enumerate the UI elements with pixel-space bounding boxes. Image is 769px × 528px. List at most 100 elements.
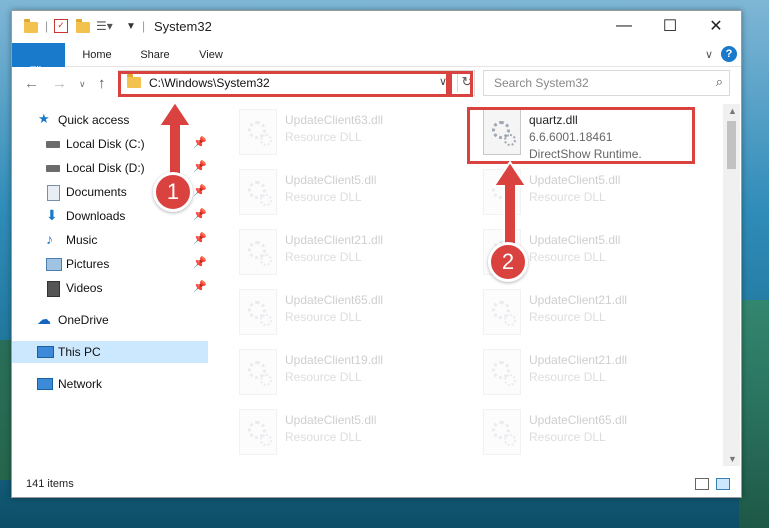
sidebar-item-label: Documents [66,185,127,199]
list-item[interactable]: UpdateClient19.dll Resource DLL [239,349,459,405]
dll-file-icon [483,289,521,335]
file-description: Resource DLL [285,430,362,444]
explorer-window: | ✓ ☰▾ ▼ | System32 — ☐ ✕ File Home Shar… [11,10,742,498]
network-icon [37,378,53,390]
download-icon: ⬇ [46,207,58,223]
list-item[interactable]: UpdateClient21.dll Resource DLL [239,229,459,285]
minimize-button[interactable]: — [601,11,647,41]
sidebar-item-pictures[interactable]: Pictures 📌 [12,253,208,275]
list-item[interactable]: UpdateClient5.dll Resource DLL [239,169,459,225]
file-name: UpdateClient21.dll [285,233,384,247]
sidebar-item-label: Local Disk (D:) [66,161,145,175]
sidebar-item-label: Downloads [66,209,126,223]
list-item[interactable]: UpdateClient5.dll Resource DLL [239,409,459,465]
dll-file-icon [483,349,521,395]
sidebar-item-label: Network [58,377,103,391]
folder-icon [24,18,38,34]
search-input[interactable]: Search System32 ⌕ [483,70,730,96]
pin-icon[interactable]: 📌 [193,208,207,221]
customize-icon[interactable]: ☰▾ [96,18,113,34]
back-icon[interactable]: ← [24,75,39,92]
item-count: 141 items [26,478,74,490]
sidebar-item-label: OneDrive [58,313,109,327]
file-name: UpdateClient5.dll [285,413,377,427]
status-bar: 141 items [12,473,741,497]
computer-icon [37,346,54,358]
music-icon: ♪ [46,231,53,247]
help-icon[interactable]: ? [721,46,737,62]
cloud-icon: ☁ [37,311,51,327]
file-name: UpdateClient65.dll [285,293,384,307]
close-button[interactable]: ✕ [693,11,739,41]
ribbon: File Home Share View ∨ ? [12,43,741,99]
scroll-up-icon[interactable]: ▲ [728,106,737,116]
separator-icon: | [142,19,146,33]
title-bar: | ✓ ☰▾ ▼ | System32 — ☐ ✕ [12,11,741,43]
step-2-badge: 2 [488,242,528,282]
expand-ribbon-icon[interactable]: ∨ [705,48,713,61]
file-name: UpdateClient5.dll [529,173,621,187]
sidebar-item-music[interactable]: ♪ Music 📌 [12,229,208,251]
pin-icon[interactable]: 📌 [193,280,207,293]
list-item[interactable]: UpdateClient63.dll Resource DLL [239,109,459,165]
file-description: Resource DLL [529,370,606,384]
dll-file-icon [239,349,277,395]
properties-icon[interactable]: ✓ [54,18,68,34]
dll-file-icon [239,109,277,155]
sidebar-item-videos[interactable]: Videos 📌 [12,277,208,299]
desktop-background-right [739,300,769,528]
sidebar-item-label: Music [66,233,98,247]
file-description: Resource DLL [529,430,606,444]
tiles-view-icon[interactable] [716,478,730,490]
scrollbar-thumb[interactable] [727,121,736,169]
drive-icon [46,165,60,172]
forward-icon[interactable]: → [52,75,67,92]
dll-file-icon [483,409,521,455]
file-name: UpdateClient65.dll [529,413,628,427]
pin-icon[interactable]: 📌 [193,160,207,173]
window-title: System32 [154,19,212,34]
tab-view[interactable]: View [188,43,234,66]
file-name: UpdateClient19.dll [285,353,384,367]
sidebar-item-label: Local Disk (C:) [66,137,145,151]
file-description: Resource DLL [285,310,362,324]
pin-icon[interactable]: 📌 [193,136,207,149]
arrow-to-quartz-icon [492,160,528,247]
separator-icon: | [45,19,49,33]
quartz-highlight [467,107,695,164]
vertical-scrollbar[interactable]: ▲ ▼ [723,104,740,466]
list-item[interactable]: UpdateClient21.dll Resource DLL [483,289,703,345]
file-name: UpdateClient5.dll [529,233,621,247]
scroll-down-icon[interactable]: ▼ [728,454,737,464]
details-view-icon[interactable] [695,478,709,490]
list-item[interactable]: UpdateClient21.dll Resource DLL [483,349,703,405]
step-1-badge: 1 [153,172,193,212]
tab-share[interactable]: Share [132,43,178,66]
refresh-highlight [449,71,473,97]
search-icon[interactable]: ⌕ [716,74,723,90]
file-description: Resource DLL [529,310,606,324]
video-icon [47,281,60,297]
up-icon[interactable]: ↑ [98,75,106,92]
qat-dropdown-icon[interactable]: ▼ [126,18,136,34]
pin-icon[interactable]: 📌 [193,232,207,245]
list-item[interactable]: UpdateClient65.dll Resource DLL [483,409,703,465]
file-description: Resource DLL [529,250,606,264]
sidebar-item-label: Pictures [66,257,110,271]
pin-icon[interactable]: 📌 [193,256,207,269]
file-name: UpdateClient21.dll [529,293,628,307]
dll-file-icon [239,409,277,455]
file-name: UpdateClient21.dll [529,353,628,367]
file-description: Resource DLL [529,190,606,204]
dll-file-icon [239,169,277,215]
pin-icon[interactable]: 📌 [193,184,207,197]
sidebar-item-network[interactable]: Network [12,373,208,395]
recent-locations-icon[interactable]: ∨ [79,79,86,90]
sidebar-item-this-pc[interactable]: This PC [12,341,208,363]
new-folder-icon[interactable] [76,18,90,34]
sidebar-item-onedrive[interactable]: ☁ OneDrive [12,309,208,331]
sidebar-item-label: Videos [66,281,103,295]
maximize-button[interactable]: ☐ [647,11,693,41]
tab-home[interactable]: Home [74,43,120,66]
list-item[interactable]: UpdateClient65.dll Resource DLL [239,289,459,345]
